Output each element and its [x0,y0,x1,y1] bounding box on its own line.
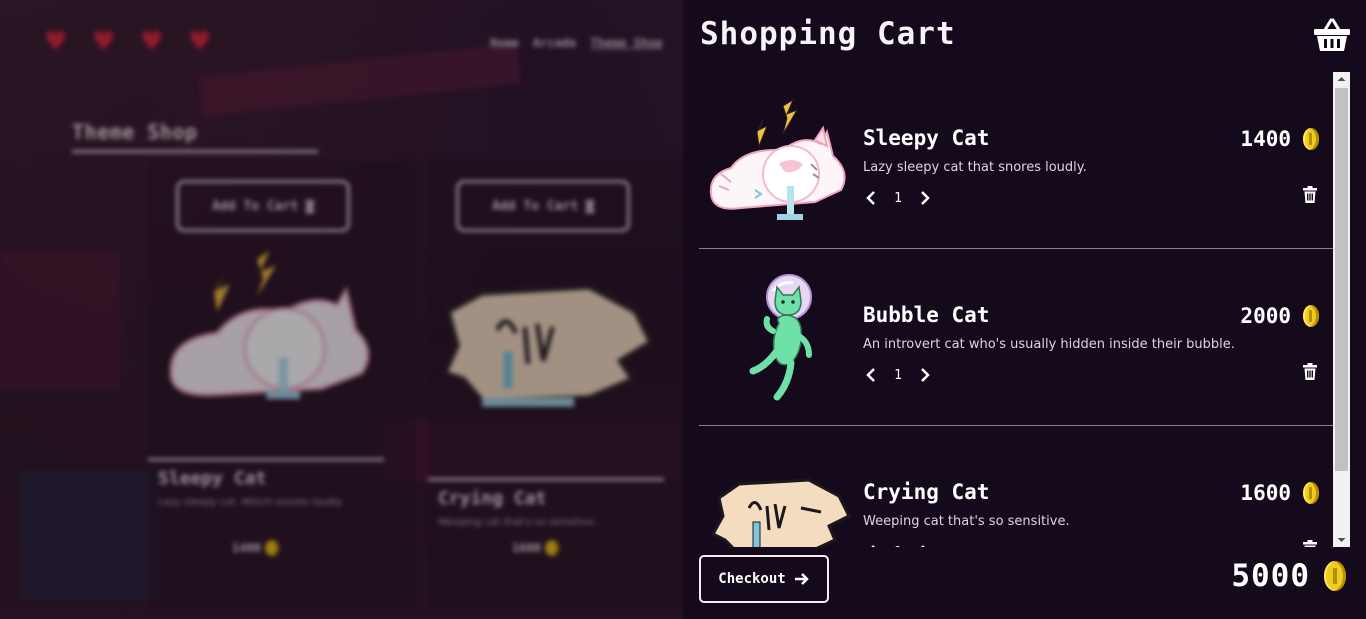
basket-icon[interactable] [1313,18,1351,52]
checkout-button[interactable]: Checkout [699,555,829,603]
chevron-right-icon[interactable] [917,542,933,547]
sleepy-cat-art [709,98,846,220]
cart-item: Crying Cat Weeping cat that's so sensiti… [699,426,1333,547]
coin-icon [1303,482,1319,504]
quantity-value: 1 [893,545,903,548]
cart-item: Bubble Cat An introvert cat who's usuall… [699,249,1333,426]
trash-icon[interactable] [1303,363,1317,380]
coin-icon [1303,305,1319,327]
cart-item: Sleepy Cat Lazy sleepy cat that snores l… [699,72,1333,249]
chevron-left-icon[interactable] [863,542,879,547]
coin-icon [1324,561,1346,591]
item-price: 1600 [1240,481,1319,505]
bubble-cat-art [749,274,812,401]
trash-icon[interactable] [1303,540,1317,547]
quantity-value: 1 [894,367,902,383]
item-name: Crying Cat [863,480,990,504]
backdrop-overlay[interactable] [0,0,683,619]
chevron-right-icon[interactable] [917,188,933,208]
item-price: 1400 [1240,127,1319,151]
item-description: An introvert cat who's usually hidden in… [863,337,1235,352]
quantity-value: 1 [894,190,902,206]
chevron-right-icon[interactable] [917,365,933,385]
quantity-stepper: 1 [863,542,933,547]
shopping-cart-panel: Shopping Cart Sleepy Cat Lazy sleepy cat… [683,0,1366,619]
chevron-left-icon[interactable] [863,188,879,208]
chevron-left-icon[interactable] [863,365,879,385]
item-description: Lazy sleepy cat that snores loudly. [863,160,1087,175]
coin-icon [1303,128,1319,150]
cart-title: Shopping Cart [700,16,956,52]
item-name: Bubble Cat [863,303,990,327]
cart-item-list: Sleepy Cat Lazy sleepy cat that snores l… [699,72,1333,547]
item-price: 2000 [1240,304,1319,328]
trash-icon[interactable] [1303,186,1317,203]
scrollbar-thumb[interactable] [1335,88,1348,471]
quantity-stepper: 1 [863,365,933,385]
crying-cat-art [710,478,852,547]
arrow-right-icon [794,573,809,585]
cart-scrollbar[interactable] [1333,72,1350,547]
checkout-label: Checkout [718,571,786,587]
item-name: Sleepy Cat [863,126,990,150]
total-amount: 5000 [1231,558,1310,594]
background-shop-page: ♥ ♥ ♥ ♥ Home Arcade Theme Shop Theme Sho… [0,0,683,619]
quantity-stepper: 1 [863,188,933,208]
item-description: Weeping cat that's so sensitive. [863,514,1070,529]
scroll-down-arrow-icon[interactable] [1333,533,1350,547]
scroll-up-arrow-icon[interactable] [1333,72,1350,86]
cart-total: 5000 [1231,558,1346,594]
